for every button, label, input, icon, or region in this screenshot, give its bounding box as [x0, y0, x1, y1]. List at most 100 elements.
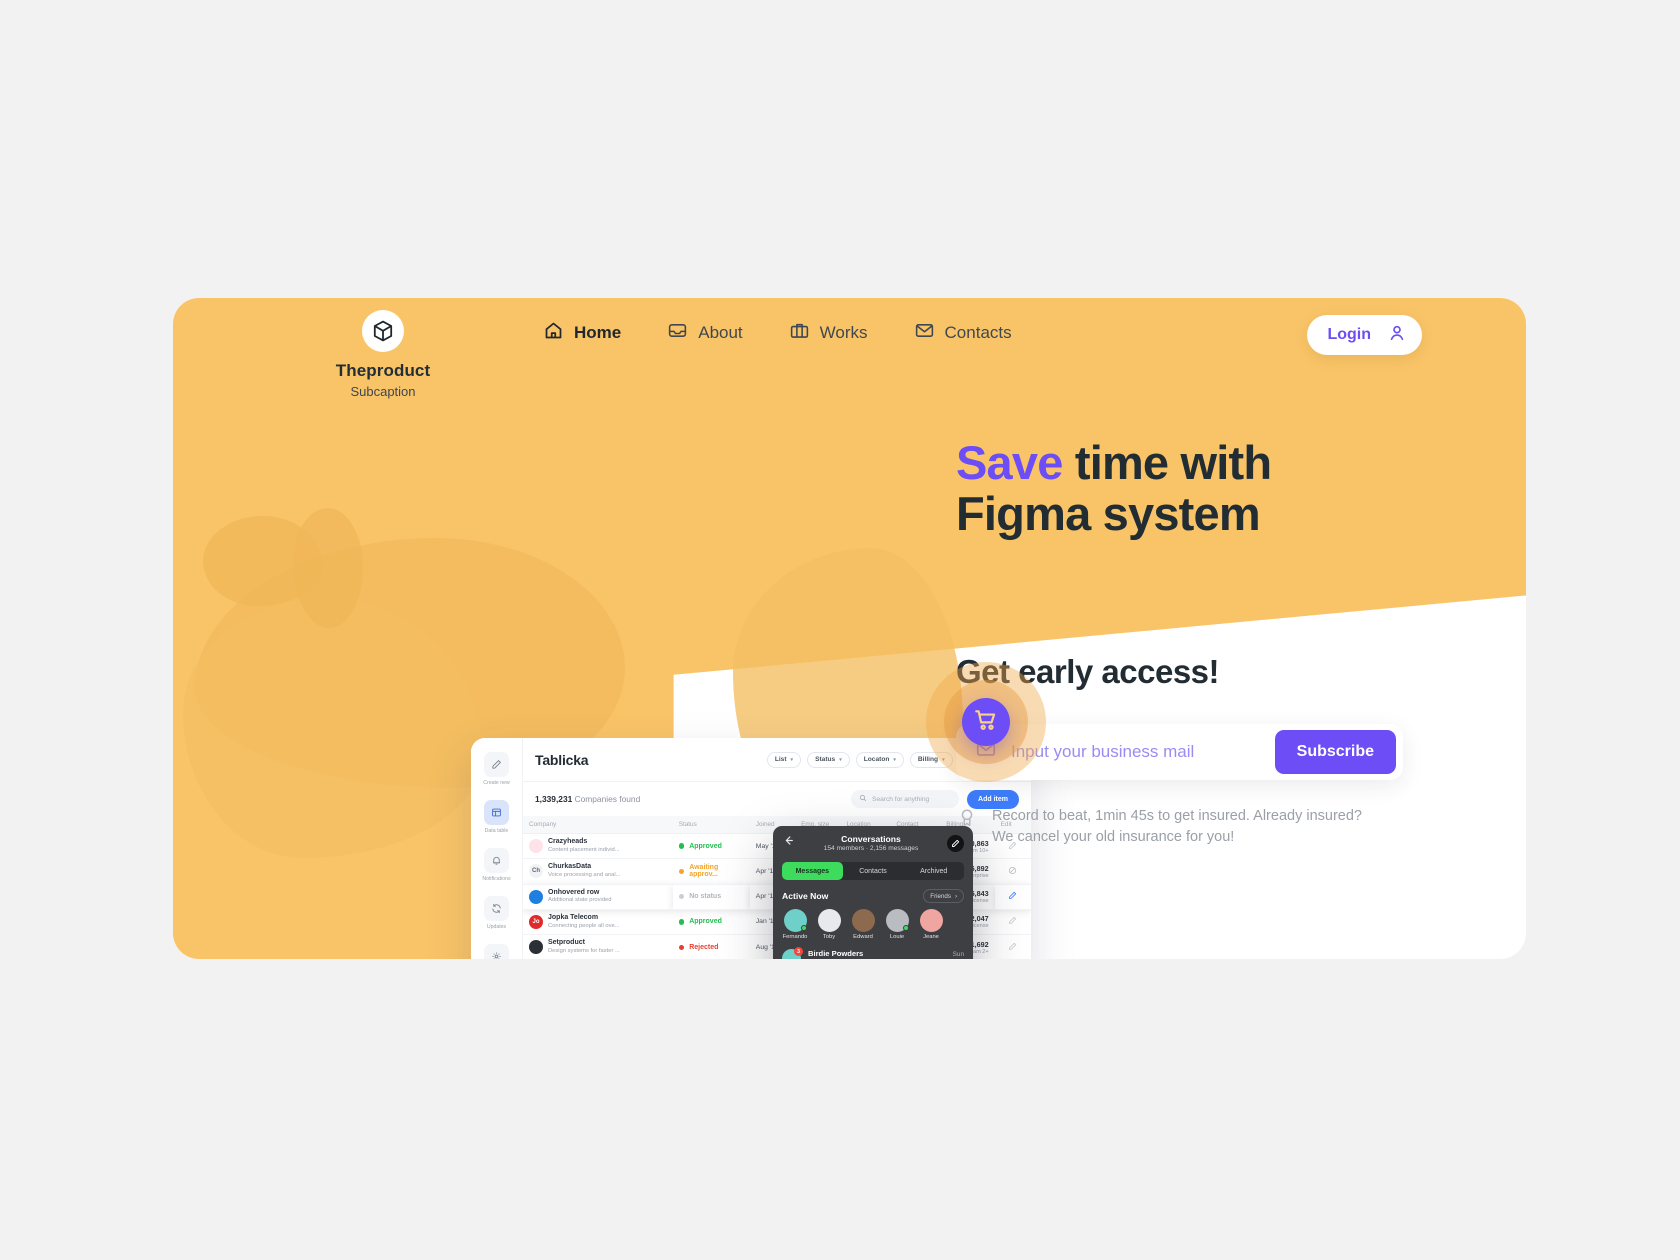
pencil-icon[interactable]	[1008, 942, 1017, 953]
avatar: Ch	[529, 864, 543, 879]
active-user[interactable]: Toby	[816, 909, 842, 940]
friends-filter-button[interactable]: Friends ›	[923, 889, 964, 903]
filter-chip-list[interactable]: List ▾	[766, 751, 802, 768]
active-user[interactable]: Jeane	[918, 909, 944, 940]
tab-contacts[interactable]: Contacts	[843, 862, 904, 880]
result-count-label: Companies found	[574, 794, 641, 804]
active-user[interactable]: Edward	[850, 909, 876, 940]
avatar	[529, 889, 543, 904]
search-input[interactable]: Search for anything	[851, 790, 960, 808]
nav-item-home[interactable]: Home	[543, 320, 621, 346]
headline-line2: Figma system	[956, 486, 1261, 540]
arrow-left-icon[interactable]	[782, 834, 795, 852]
cell-company: Crazyheads Content placement individ...	[523, 833, 673, 860]
avatar	[817, 909, 841, 932]
status-badge: Rejected	[689, 943, 719, 951]
company-desc: Connecting people all ove...	[548, 922, 620, 929]
chip-label: Status	[815, 756, 836, 763]
sidebar-item-updates[interactable]: Updates	[471, 896, 522, 930]
sidebar-item-settings[interactable]: Settings	[471, 944, 522, 959]
company-name: ChurkasData	[548, 863, 592, 871]
cell-company: Ch ChurkasData Voice processing and anal…	[523, 858, 673, 885]
award-icon	[956, 806, 978, 850]
nav-item-works[interactable]: Works	[789, 320, 868, 346]
avatar	[529, 940, 543, 955]
avatar: Jo	[529, 914, 543, 929]
active-user-name: Toby	[822, 934, 836, 940]
friends-label: Friends	[930, 892, 951, 900]
shopping-cart-icon	[973, 707, 999, 738]
chevron-down-icon: ▾	[839, 756, 842, 763]
active-user-name: Edward	[853, 934, 873, 940]
active-user-list: Fernando Toby Edward Louie Jeane	[773, 907, 973, 940]
briefcase-icon	[789, 320, 810, 346]
refresh-icon	[484, 896, 509, 921]
conversations-panel: Conversations 154 members · 2,156 messag…	[773, 826, 973, 959]
status-badge: Approved	[689, 918, 722, 926]
sidebar-item-notifications[interactable]: Notifications	[471, 848, 522, 882]
status-dot	[678, 893, 685, 900]
cell-edit[interactable]	[994, 884, 1031, 910]
cell-company: Onhovered row Additional state provided	[523, 884, 673, 910]
brand-subcaption: Subcaption	[350, 384, 416, 399]
nav-item-contacts[interactable]: Contacts	[914, 320, 1012, 346]
nav-item-about[interactable]: About	[667, 320, 743, 346]
subscribe-button[interactable]: Subscribe	[1274, 729, 1396, 774]
message-list-item[interactable]: 3 Birdie Powders Sun You are now connect…	[773, 945, 973, 959]
brand-name: Theproduct	[335, 361, 431, 380]
chat-subtitle: 154 members · 2,156 messages	[823, 845, 919, 853]
sidebar-label: Create new	[483, 780, 510, 786]
column-header-company: Company	[523, 816, 673, 834]
sidebar-label: Data table	[484, 828, 509, 834]
filter-chip-status[interactable]: Status ▾	[807, 751, 850, 768]
inbox-icon	[667, 320, 688, 346]
avatar	[885, 909, 909, 932]
unread-badge: 3	[794, 947, 803, 956]
status-badge: No status	[689, 893, 722, 901]
pencil-icon[interactable]	[1008, 917, 1017, 927]
status-badge: Awaiting approv...	[689, 864, 719, 879]
cell-status: Approved	[672, 833, 750, 860]
nav-label: Home	[574, 323, 622, 342]
brand-logo[interactable]: Theproduct Subcaption	[323, 310, 443, 399]
avatar	[851, 909, 875, 932]
active-now-label: Active Now	[782, 891, 829, 901]
active-user[interactable]: Fernando	[782, 909, 808, 940]
avatar	[529, 839, 543, 854]
filter-chip-location[interactable]: Locaton ▾	[855, 751, 904, 768]
cell-edit[interactable]	[994, 934, 1031, 959]
dashboard-title: Tablicka	[535, 751, 589, 768]
note-block: Record to beat, 1min 45s to get insured.…	[956, 806, 1386, 850]
cell-edit[interactable]	[994, 909, 1031, 936]
bell-icon	[484, 848, 509, 873]
sidebar-item-create-new[interactable]: Create new	[471, 752, 522, 786]
message-date: Sun	[952, 951, 964, 958]
user-icon	[1387, 323, 1407, 348]
sidebar-item-data-table[interactable]: Data table	[471, 800, 522, 834]
cell-status: Awaiting approv...	[672, 858, 750, 885]
cart-floating-action	[926, 662, 1046, 782]
cell-company: Setproduct Design systems for faster ...	[523, 934, 673, 959]
tab-messages[interactable]: Messages	[782, 862, 843, 880]
pencil-icon[interactable]	[1008, 866, 1017, 877]
status-dot	[678, 843, 685, 849]
pencil-icon[interactable]	[1008, 892, 1017, 902]
shopping-cart-button[interactable]	[962, 698, 1010, 746]
cell-edit[interactable]	[994, 858, 1031, 885]
chevron-down-icon: ▾	[893, 756, 896, 763]
nav-label: Works	[819, 323, 868, 342]
login-button[interactable]: Login	[1307, 315, 1422, 355]
chip-label: Billing	[917, 756, 939, 763]
company-name: Crazyheads	[548, 838, 588, 845]
gear-icon	[484, 944, 509, 959]
chevron-right-icon: ›	[954, 892, 957, 900]
headline-rest: time with	[1062, 436, 1272, 489]
decorative-blob	[293, 508, 363, 628]
headline-highlight: Save	[956, 436, 1063, 489]
active-user[interactable]: Louie	[884, 909, 910, 940]
mail-icon	[914, 320, 935, 346]
status-badge: Approved	[689, 842, 722, 850]
top-navigation: Theproduct Subcaption Home About Works C…	[173, 298, 1526, 418]
tab-archived[interactable]: Archived	[903, 862, 964, 880]
email-input[interactable]	[1011, 741, 1275, 762]
